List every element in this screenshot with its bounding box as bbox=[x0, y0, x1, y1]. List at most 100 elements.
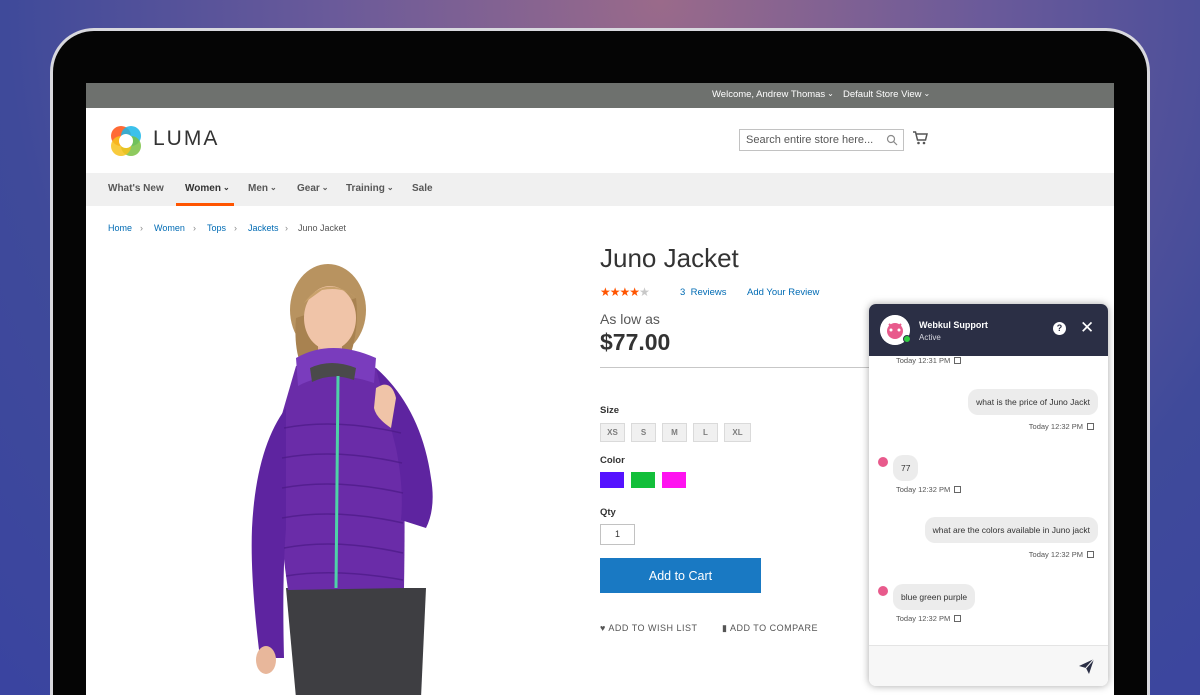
breadcrumb-women[interactable]: Women bbox=[154, 223, 185, 233]
breadcrumb-jackets[interactable]: Jackets bbox=[248, 223, 279, 233]
message-time: Today 12:32 PM bbox=[1029, 422, 1094, 431]
cart-icon[interactable] bbox=[912, 130, 928, 146]
logo-text[interactable]: LUMA bbox=[153, 127, 219, 151]
reviews-label: Reviews bbox=[690, 287, 727, 298]
qty-label: Qty bbox=[600, 507, 616, 518]
online-status-dot bbox=[903, 335, 911, 343]
add-to-wish-list-link[interactable]: ♥ ADD TO WISH LIST bbox=[600, 623, 698, 633]
size-option-m[interactable]: M bbox=[662, 423, 687, 442]
product-title: Juno Jacket bbox=[600, 243, 739, 273]
search-icon[interactable] bbox=[886, 134, 898, 146]
time-text: Today 12:32 PM bbox=[896, 485, 951, 494]
product-image[interactable] bbox=[226, 258, 486, 695]
color-swatch-purple[interactable] bbox=[662, 472, 686, 488]
breadcrumb-separator-icon: › bbox=[140, 223, 143, 233]
help-icon[interactable]: ? bbox=[1053, 322, 1066, 335]
compare-label: ADD TO COMPARE bbox=[729, 623, 818, 633]
message-time: Today 12:32 PM bbox=[896, 614, 962, 623]
nav-item-men[interactable]: Men ⌄ bbox=[248, 183, 277, 194]
reviews-count: 3 bbox=[680, 287, 686, 298]
bot-message-bubble: 77 bbox=[893, 455, 919, 481]
size-option-l[interactable]: L bbox=[693, 423, 718, 442]
chat-messages[interactable]: Today 12:31 PM what is the price of Juno… bbox=[869, 356, 1108, 645]
divider bbox=[600, 367, 900, 368]
nav-item-training[interactable]: Training ⌄ bbox=[346, 183, 394, 194]
copy-icon[interactable] bbox=[954, 486, 962, 493]
star-icon: ★ bbox=[600, 285, 611, 299]
breadcrumb-separator-icon: › bbox=[285, 223, 288, 233]
message-time: Today 12:32 PM bbox=[1029, 550, 1094, 559]
copy-icon[interactable] bbox=[954, 357, 962, 364]
chevron-down-icon: ⌄ bbox=[222, 183, 230, 192]
qty-input[interactable]: 1 bbox=[600, 524, 635, 545]
top-bar: Welcome, Andrew Thomas ⌄ Default Store Vi… bbox=[86, 83, 1114, 108]
luma-logo-icon[interactable] bbox=[108, 123, 144, 159]
time-text: Today 12:32 PM bbox=[1028, 550, 1083, 559]
star-icon: ★ bbox=[619, 285, 631, 299]
size-option-s[interactable]: S bbox=[631, 423, 656, 442]
search-placeholder: Search entire store here... bbox=[746, 134, 874, 146]
chevron-down-icon: ⌄ bbox=[321, 183, 329, 192]
chat-input-field[interactable] bbox=[869, 645, 1108, 686]
product-price: $77.00 bbox=[600, 329, 671, 355]
chevron-down-icon: ⌄ bbox=[270, 183, 277, 192]
reviews-link[interactable]: 3 Reviews bbox=[680, 287, 726, 298]
time-text: Today 12:31 PM bbox=[896, 356, 951, 365]
main-navigation: What's New Women ⌄ Men ⌄ Gear ⌄ Training… bbox=[86, 173, 1114, 206]
heart-icon: ♥ bbox=[600, 623, 606, 633]
breadcrumb-separator-icon: › bbox=[234, 223, 237, 233]
breadcrumb-tops[interactable]: Tops bbox=[207, 223, 226, 233]
size-label: Size bbox=[600, 405, 620, 416]
compare-bars-icon: ▮ bbox=[722, 623, 728, 633]
color-swatch-blue[interactable] bbox=[600, 472, 624, 488]
nav-item-sale[interactable]: Sale bbox=[412, 183, 433, 194]
close-icon[interactable]: ✕ bbox=[1080, 318, 1094, 338]
site-header: LUMA Search entire store here... bbox=[86, 108, 1114, 173]
chat-widget: Webkul Support Active ? ✕ Today 12:31 PM… bbox=[869, 304, 1108, 686]
breadcrumb-current: Juno Jacket bbox=[298, 223, 347, 233]
nav-item-women[interactable]: Women ⌄ bbox=[185, 183, 230, 194]
user-message-bubble: what are the colors available in Juno ja… bbox=[924, 517, 1098, 543]
chat-agent-name: Webkul Support bbox=[919, 320, 988, 330]
message-time: Today 12:32 PM bbox=[896, 485, 962, 494]
add-to-compare-link[interactable]: ▮ ADD TO COMPARE bbox=[722, 623, 818, 634]
time-text: Today 12:32 PM bbox=[1028, 422, 1083, 431]
send-icon[interactable] bbox=[1078, 658, 1095, 675]
copy-icon[interactable] bbox=[1087, 551, 1094, 558]
color-swatch-green[interactable] bbox=[631, 472, 655, 488]
chat-agent-status: Active bbox=[919, 333, 941, 342]
wish-list-label: ADD TO WISH LIST bbox=[608, 623, 698, 633]
store-view-text: Default Store View bbox=[843, 89, 922, 100]
star-icon: ★ bbox=[629, 285, 640, 299]
chevron-down-icon: ⌄ bbox=[386, 183, 394, 192]
rating-stars: ★★★★★ bbox=[600, 285, 650, 299]
breadcrumb-separator-icon: › bbox=[193, 223, 196, 233]
copy-icon[interactable] bbox=[1087, 423, 1094, 430]
search-input[interactable]: Search entire store here... bbox=[739, 129, 904, 151]
nav-item-whats-new[interactable]: What's New bbox=[108, 183, 164, 194]
copy-icon[interactable] bbox=[954, 615, 962, 622]
size-option-xl[interactable]: XL bbox=[724, 423, 751, 442]
bot-message-bubble: blue green purple bbox=[893, 584, 976, 610]
nav-label: Men bbox=[248, 183, 268, 194]
chevron-down-icon: ⌄ bbox=[827, 89, 834, 98]
bot-avatar-icon bbox=[875, 453, 891, 469]
add-to-cart-button[interactable]: Add to Cart bbox=[600, 558, 761, 593]
nav-item-gear[interactable]: Gear ⌄ bbox=[297, 183, 329, 194]
add-review-link[interactable]: Add Your Review bbox=[747, 287, 819, 298]
time-text: Today 12:32 PM bbox=[896, 614, 951, 623]
user-message-bubble: what is the price of Juno Jackt bbox=[968, 389, 1098, 415]
size-option-xs[interactable]: XS bbox=[600, 423, 625, 442]
chevron-down-icon: ⌄ bbox=[923, 89, 931, 98]
chat-header: Webkul Support Active ? ✕ bbox=[869, 304, 1108, 356]
store-switcher[interactable]: Default Store View ⌄ bbox=[843, 89, 930, 100]
welcome-text: Welcome, Andrew Thomas bbox=[712, 89, 826, 100]
color-label: Color bbox=[600, 455, 625, 466]
bot-avatar-icon bbox=[875, 582, 891, 598]
star-icon: ★ bbox=[609, 285, 621, 299]
breadcrumb-home[interactable]: Home bbox=[108, 223, 132, 233]
nav-label: Women bbox=[185, 183, 221, 194]
nav-label: Gear bbox=[297, 183, 320, 194]
welcome-menu[interactable]: Welcome, Andrew Thomas ⌄ bbox=[712, 89, 834, 100]
message-time: Today 12:31 PM bbox=[896, 356, 962, 365]
